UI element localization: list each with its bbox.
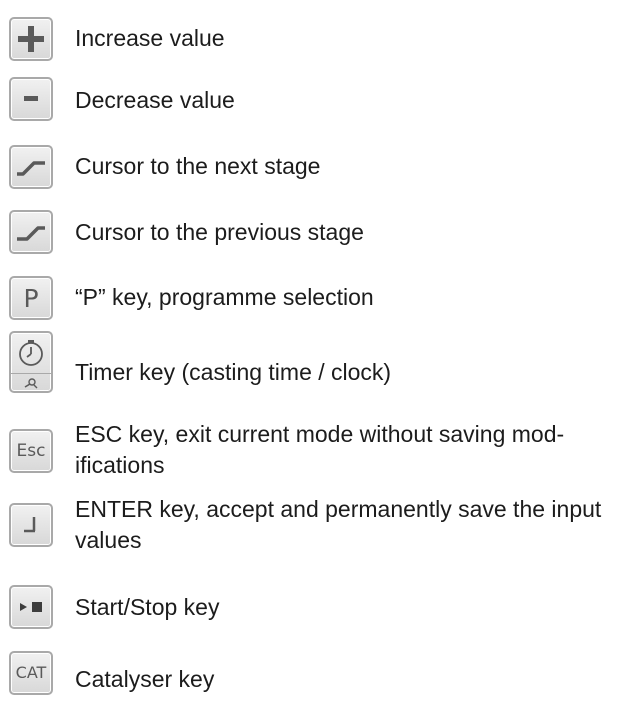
esc-key[interactable]: Esc xyxy=(9,429,53,473)
key-description: ENTER key, accept and permanently save t… xyxy=(75,496,602,553)
cat-key-icon: CAT xyxy=(15,663,47,682)
cat-key[interactable]: CAT xyxy=(9,651,53,695)
plus-icon xyxy=(18,26,44,52)
enter-key[interactable] xyxy=(9,503,53,547)
key-description: ESC key, exit current mode without savin… xyxy=(75,421,565,478)
plus-key[interactable] xyxy=(9,17,53,61)
key-description: Cursor to the previous stage xyxy=(75,219,364,245)
ramp-previous-icon xyxy=(17,226,45,241)
ramp-next-icon xyxy=(17,161,45,176)
key-description: Cursor to the next stage xyxy=(75,153,321,179)
p-key-icon: P xyxy=(23,283,39,313)
clock-hand-icon xyxy=(24,378,38,389)
esc-key-icon: Esc xyxy=(16,440,46,461)
timer-key[interactable] xyxy=(9,331,53,393)
start-stop-key[interactable] xyxy=(9,585,53,629)
key-description: Decrease value xyxy=(75,87,235,113)
key-description: Timer key (casting time / clock) xyxy=(75,359,392,385)
minus-icon xyxy=(24,96,38,101)
next-stage-key[interactable] xyxy=(9,145,53,189)
key-description: Start/Stop key xyxy=(75,594,220,620)
timer-icon xyxy=(19,339,43,366)
enter-icon xyxy=(24,517,36,533)
p-key[interactable]: P xyxy=(9,276,53,320)
key-description: Catalyser key xyxy=(75,666,215,692)
key-description: “P” key, programme selection xyxy=(75,284,374,310)
start-stop-icon xyxy=(20,602,42,612)
minus-key[interactable] xyxy=(9,77,53,121)
key-description: Increase value xyxy=(75,25,225,51)
previous-stage-key[interactable] xyxy=(9,210,53,254)
